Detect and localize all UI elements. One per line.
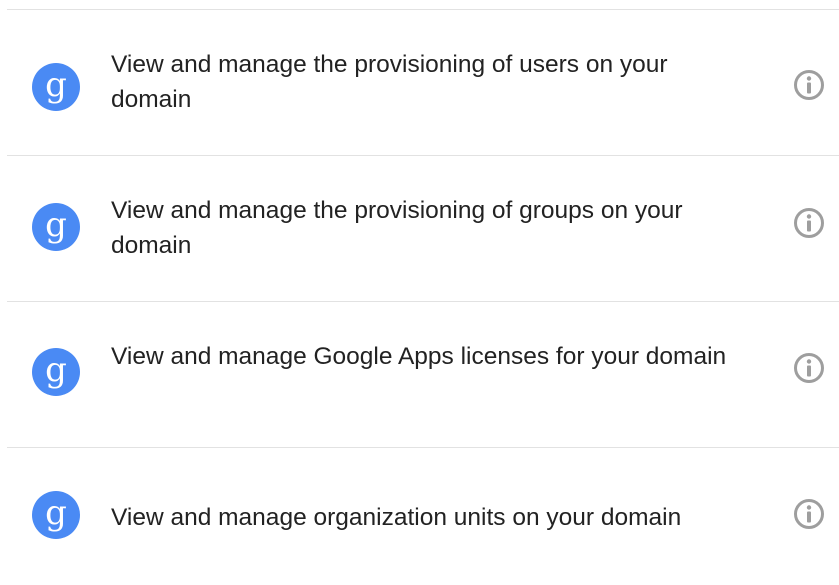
google-g-icon: g	[32, 63, 80, 111]
info-icon[interactable]	[793, 207, 825, 239]
permission-label: View and manage Google Apps licenses for…	[111, 343, 727, 370]
info-icon[interactable]	[793, 498, 825, 530]
info-icon[interactable]	[793, 69, 825, 101]
permission-item-licenses: g View and manage Google Apps licenses f…	[0, 301, 839, 447]
google-g-icon: g	[32, 203, 80, 251]
google-g-icon: g	[32, 348, 80, 396]
info-icon[interactable]	[793, 352, 825, 384]
permission-list: g View and manage the provisioning of us…	[0, 0, 839, 585]
permission-label: View and manage the provisioning of user…	[111, 51, 668, 113]
permission-item-users: g View and manage the provisioning of us…	[0, 9, 839, 155]
permission-item-org-units: g View and manage organization units on …	[0, 447, 839, 585]
google-g-icon: g	[32, 491, 80, 539]
permission-item-groups: g View and manage the provisioning of gr…	[0, 155, 839, 301]
permission-label: View and manage organization units on yo…	[111, 504, 682, 531]
permission-label: View and manage the provisioning of grou…	[111, 197, 683, 259]
